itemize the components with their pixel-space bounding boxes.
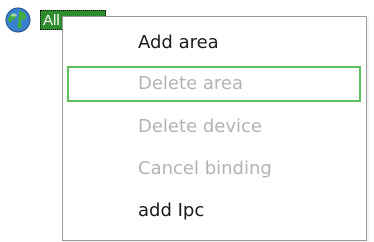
- menu-item-delete-area[interactable]: Delete area: [67, 66, 361, 102]
- menu-item-add-area[interactable]: Add area: [67, 25, 361, 61]
- menu-item-label: add Ipc: [138, 200, 205, 221]
- menu-item-cancel-binding[interactable]: Cancel binding: [67, 151, 361, 187]
- menu-item-label: Delete device: [138, 116, 262, 137]
- menu-item-label: Cancel binding: [138, 158, 272, 179]
- tree-root-node[interactable]: All: [4, 6, 106, 34]
- menu-item-label: Delete area: [138, 73, 244, 94]
- globe-icon: [5, 7, 31, 33]
- menu-item-label: Add area: [138, 32, 219, 53]
- context-menu: Add area Delete area Delete device Cance…: [62, 16, 367, 241]
- menu-item-add-ipc[interactable]: add Ipc: [67, 193, 361, 229]
- menu-item-delete-device[interactable]: Delete device: [67, 109, 361, 145]
